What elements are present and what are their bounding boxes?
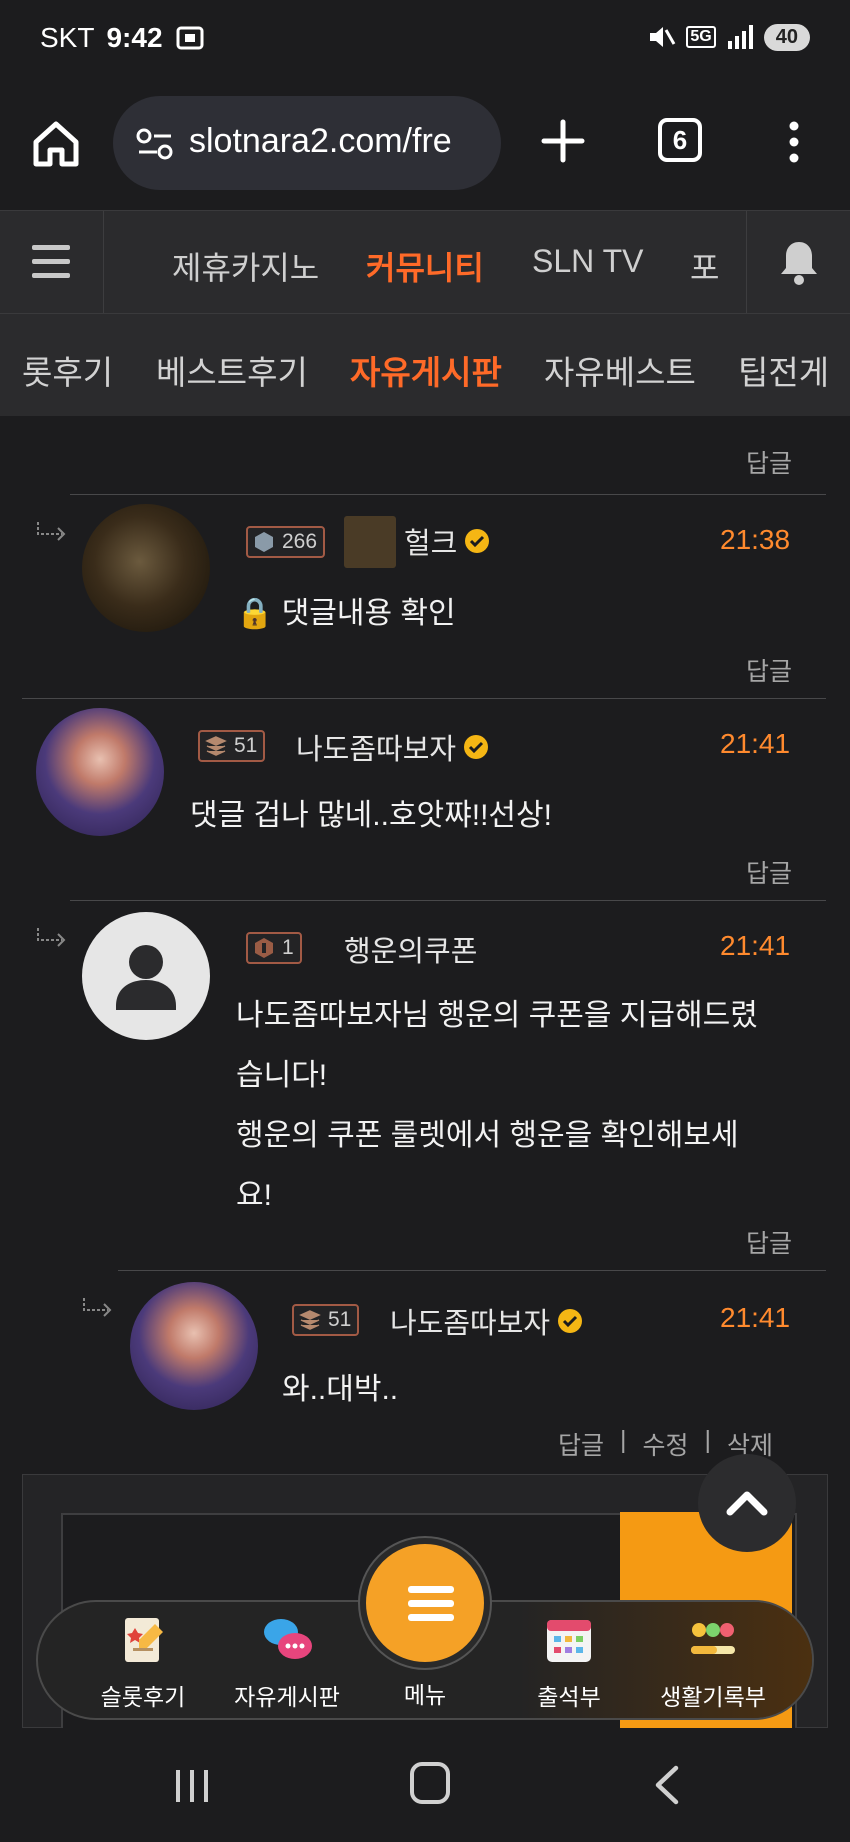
bottom-nav-attendance[interactable]: 출석부 [494,1602,644,1718]
nickname[interactable]: 나도좀따보자 [390,1300,550,1342]
verified-badge-icon [558,1309,583,1333]
url-text[interactable]: slotnara2.com/fre [189,122,452,161]
subnav-item-free-board[interactable]: 자유게시판 [350,346,502,394]
user-icon-image [344,516,396,568]
scroll-top-button[interactable] [698,1454,796,1552]
avatar[interactable] [130,1282,258,1410]
nav-item-sln-tv[interactable]: SLN TV [532,243,643,280]
separator: | [620,1426,627,1454]
reply-link[interactable]: 답글 [746,1224,792,1260]
level-badge: 51 [198,730,266,762]
chat-bubbles-icon [264,1619,312,1659]
user-icon [116,945,176,1010]
nav-item-truncated[interactable]: 포 [690,243,719,289]
edit-link[interactable]: 수정 [643,1426,689,1462]
system-home-icon[interactable] [410,1762,450,1804]
verified-badge-icon [464,735,489,759]
screen-capture-icon [176,26,204,50]
bottom-nav-life-record[interactable]: 생활기록부 [638,1602,788,1718]
level-stack-icon [299,1310,321,1330]
reply-link[interactable]: 답글 [558,1426,604,1462]
reply-link[interactable]: 답글 [746,652,792,688]
more-options-icon[interactable] [780,120,808,164]
system-nav-bar [0,1728,850,1842]
level-badge: 266 [246,526,326,558]
reply-arrow-icon [37,522,66,541]
memo-icon [125,1618,163,1662]
comment-time: 21:38 [720,524,791,555]
back-icon[interactable] [650,1764,684,1806]
chevron-up-icon [726,1491,768,1516]
comment-time: 21:41 [720,1302,791,1333]
subnav-item-free-best[interactable]: 자유베스트 [544,346,696,394]
tab-switcher-button[interactable]: 6 [658,118,702,162]
browser-toolbar: slotnara2.com/fre 6 [0,78,850,210]
nickname[interactable]: 헐크 [404,520,457,562]
comment-text[interactable]: 댓글 겁나 많네..호앗쨔!!선상! [190,786,552,846]
subnav-item-best-review[interactable]: 베스트후기 [156,346,308,394]
level-badge: 1 [246,932,302,964]
default-avatar[interactable] [82,912,210,1040]
bottom-nav-slot-review[interactable]: 슬롯후기 [68,1602,218,1718]
avatar[interactable] [82,504,210,632]
emoji-status-icon [691,1623,735,1654]
site-settings-icon[interactable] [135,124,175,164]
nickname[interactable]: 나도좀따보자 [296,726,456,768]
bottom-nav-free-board[interactable]: 자유게시판 [212,1602,362,1718]
comment-time: 21:41 [720,728,791,759]
home-icon[interactable] [30,118,82,170]
nickname[interactable]: 행운의쿠폰 [344,928,477,970]
subnav-item-tips[interactable]: 팁전게 [738,346,829,394]
comment-text[interactable]: 와..대박.. [282,1360,398,1420]
site-main-nav: 제휴카지노 커뮤니티 SLN TV 포 [0,210,850,314]
comment-text[interactable]: 🔒 댓글내용 확인 [236,584,456,644]
subnav-item-slot-review[interactable]: 롯후기 [22,346,113,394]
avatar[interactable] [36,708,164,836]
bell-icon [781,242,817,285]
reply-link[interactable]: 답글 [746,854,792,890]
reply-arrow-icon [83,1298,112,1317]
board-sub-nav: 롯후기 베스트후기 자유게시판 자유베스트 팁전게 [0,314,850,416]
signal-icon [727,25,753,49]
level-badge: 51 [292,1304,360,1336]
main-menu-button[interactable] [360,1538,490,1668]
verified-badge-icon [465,529,490,553]
main-menu-label: 메뉴 [403,1682,447,1708]
reply-arrow-icon [37,928,66,947]
network-type: 5G [686,26,716,48]
recent-apps-icon[interactable] [172,1766,212,1806]
comment-time: 21:41 [720,930,791,961]
status-bar: SKT 9:42 5G 40 [0,0,850,78]
mute-icon [650,27,676,47]
reply-link[interactable]: 답글 [746,444,792,480]
calendar-icon [547,1620,591,1662]
level-hex-icon [255,938,273,958]
level-hex-icon [255,532,273,552]
clock: 9:42 [106,22,163,53]
nav-item-partner-casino[interactable]: 제휴카지노 [172,243,319,289]
comment-text[interactable]: 나도좀따보자님 행운의 쿠폰을 지급해드렸 습니다! 행운의 쿠폰 룰렛에서 행… [236,986,816,1226]
level-stack-icon [205,736,227,756]
address-bar[interactable]: slotnara2.com/fre [113,96,501,190]
battery-indicator: 40 [763,23,810,51]
hamburger-menu-button[interactable] [0,211,104,313]
notification-button[interactable] [746,211,850,313]
new-tab-icon[interactable] [538,116,588,166]
carrier-label: SKT [40,22,95,53]
nav-item-community[interactable]: 커뮤니티 [366,243,484,289]
